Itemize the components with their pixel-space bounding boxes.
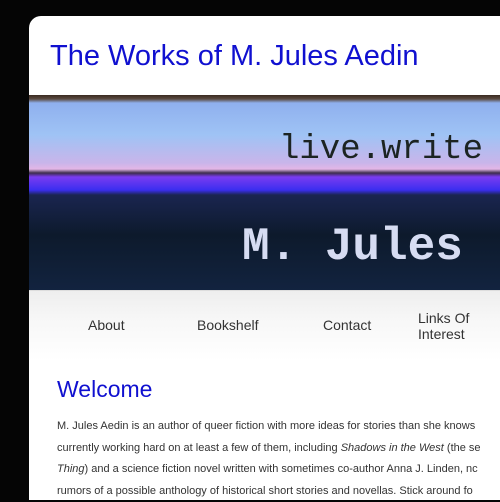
header-banner-image: live.write M. Jules (29, 95, 500, 290)
book-title-thing: Thing (57, 463, 85, 475)
nav-bookshelf[interactable]: Bookshelf (197, 317, 258, 333)
nav-contact[interactable]: Contact (323, 317, 371, 333)
intro-line: rumors of a possible anthology of histor… (57, 481, 495, 502)
welcome-heading: Welcome (57, 376, 152, 403)
intro-text: currently working hard on at least a few… (57, 442, 341, 454)
intro-text: rumors of a possible anthology of histor… (57, 485, 473, 497)
site-title[interactable]: The Works of M. Jules Aedin (50, 40, 419, 73)
banner-author-name: M. Jules (242, 221, 463, 273)
intro-line: M. Jules Aedin is an author of queer fic… (57, 416, 495, 438)
book-title-shadows: Shadows in the West (341, 442, 444, 454)
banner-tagline: live.write (279, 131, 483, 169)
page-card: The Works of M. Jules Aedin live.write M… (29, 16, 500, 500)
intro-line: Thing) and a science fiction novel writt… (57, 459, 495, 481)
main-nav: About Bookshelf Contact Links Of Interes… (29, 290, 500, 361)
intro-text: (the se (444, 442, 481, 454)
nav-about[interactable]: About (88, 317, 125, 333)
intro-paragraph: M. Jules Aedin is an author of queer fic… (57, 416, 495, 502)
nav-links-of-interest[interactable]: Links Of Interest (418, 310, 496, 342)
intro-text: ) and a science fiction novel written wi… (85, 463, 478, 475)
intro-line: currently working hard on at least a few… (57, 438, 495, 460)
intro-text: M. Jules Aedin is an author of queer fic… (57, 420, 475, 432)
